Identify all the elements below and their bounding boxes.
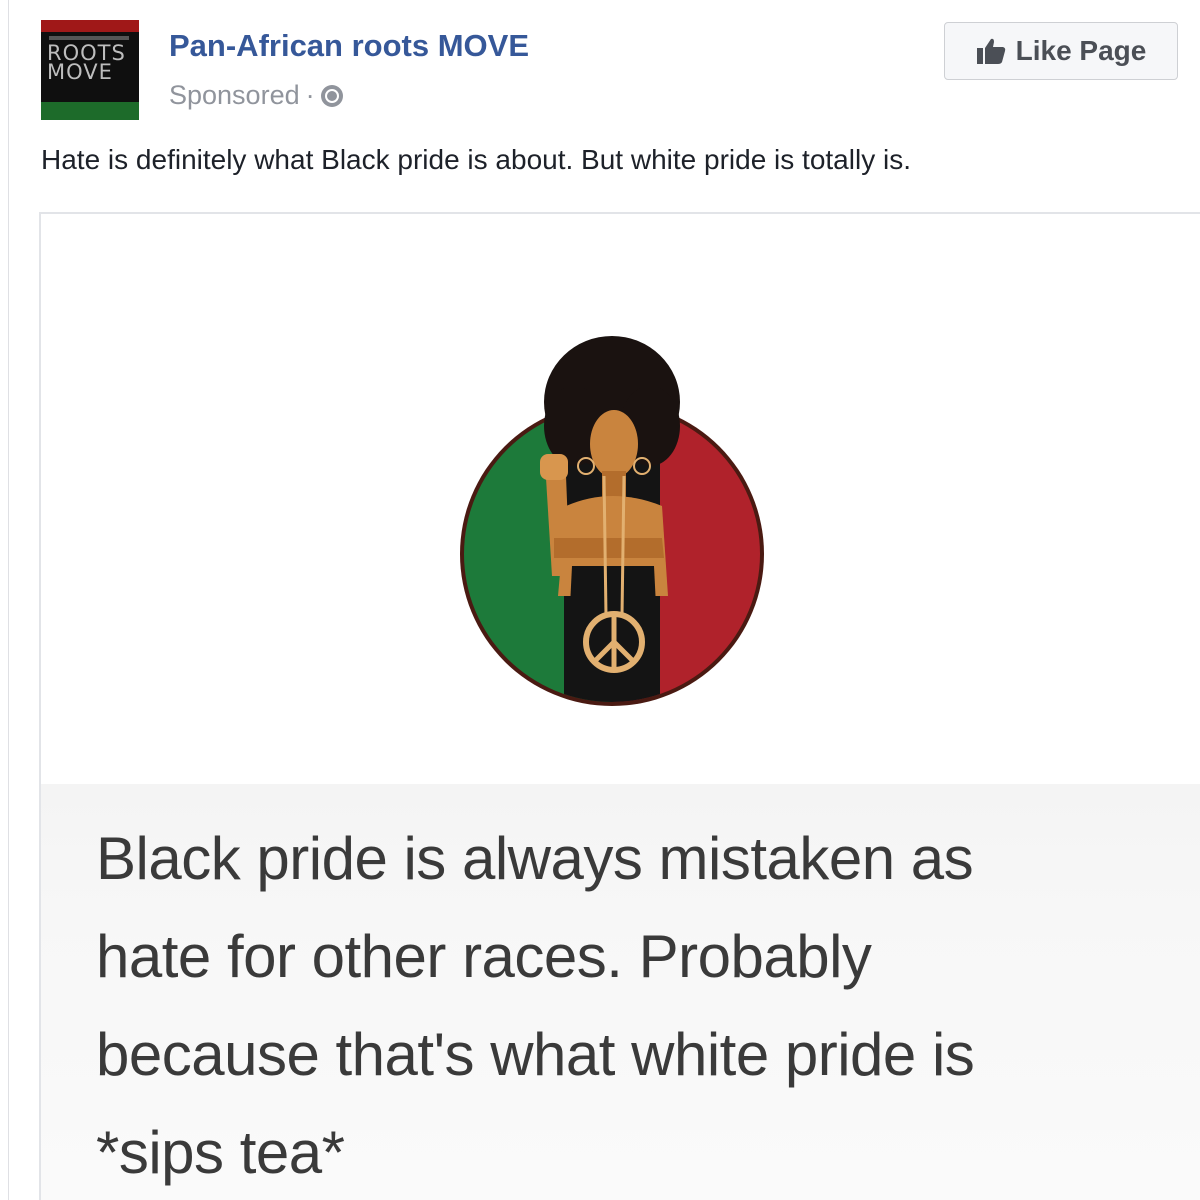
avatar-red-stripe	[41, 20, 139, 32]
post-image[interactable]: Black pride is always mistaken as hate f…	[39, 212, 1200, 1200]
page-name-link[interactable]: Pan-African roots MOVE	[169, 28, 529, 64]
post-caption: Hate is definitely what Black pride is a…	[41, 144, 911, 175]
page-avatar[interactable]: ROOTS MOVE	[41, 20, 139, 120]
avatar-small-text-bar	[49, 36, 129, 40]
meta-separator: ·	[305, 80, 315, 110]
globe-icon	[320, 84, 343, 107]
thumbs-up-icon	[976, 38, 1005, 64]
avatar-logo-line-2: MOVE	[47, 60, 113, 84]
quote-line-1: Black pride is always mistaken as	[96, 825, 974, 892]
black-pride-emblem-image	[460, 336, 764, 706]
post-meta: Sponsored ·	[169, 80, 343, 111]
like-page-button[interactable]: Like Page	[944, 22, 1178, 80]
like-page-label: Like Page	[1015, 35, 1147, 66]
avatar-logo-text: ROOTS MOVE	[47, 43, 126, 84]
sponsored-post-card: ROOTS MOVE Pan-African roots MOVE Sponso…	[8, 0, 1200, 1200]
quote-line-2: hate for other races. Probably	[96, 923, 872, 990]
sponsored-label[interactable]: Sponsored	[169, 80, 300, 111]
avatar-green-stripe	[41, 102, 139, 120]
quote-line-4: *sips tea*	[96, 1119, 345, 1186]
meme-quote-panel: Black pride is always mistaken as hate f…	[41, 784, 1200, 1200]
quote-line-3: because that's what white pride is	[96, 1021, 975, 1088]
meme-quote: Black pride is always mistaken as hate f…	[96, 810, 1186, 1200]
